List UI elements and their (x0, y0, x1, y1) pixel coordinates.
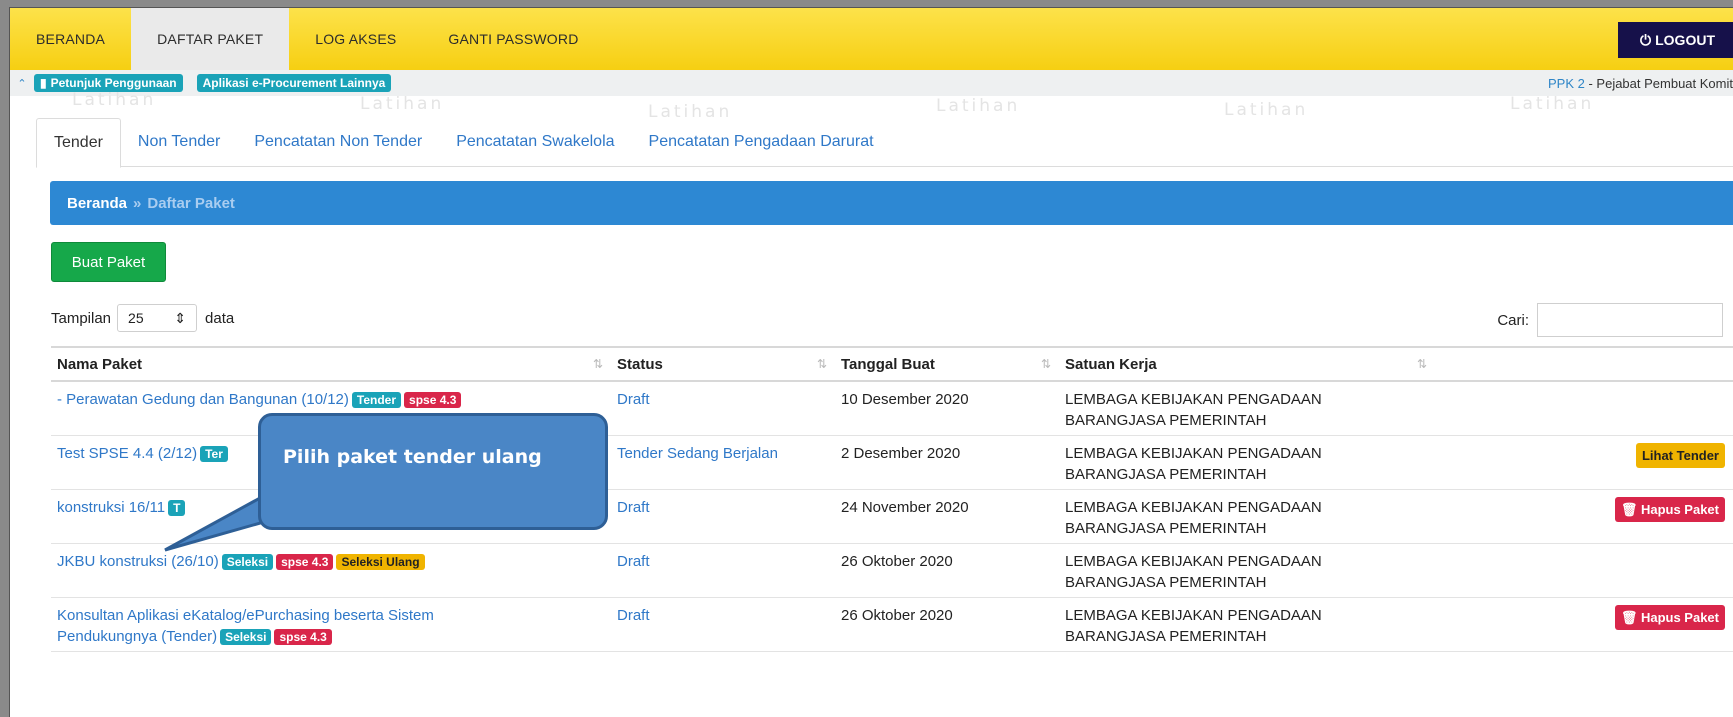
info-bar: ⌃ ▮ Petunjuk Penggunaan Aplikasi e-Procu… (10, 70, 1733, 96)
paket-link[interactable]: - Perawatan Gedung dan Bangunan (10/12) (57, 391, 349, 408)
tag-tender: Ter (200, 446, 228, 462)
satker-line: BARANGJASA PEMERINTAH (1065, 412, 1267, 429)
length-prefix: Tampilan (51, 309, 112, 327)
paket-link[interactable]: Test SPSE 4.4 (2/12) (57, 445, 197, 462)
search-input[interactable] (1537, 303, 1723, 337)
page-length-control: Tampilan 25 ⇕ data (51, 304, 234, 332)
nav-log-akses[interactable]: LOG AKSES (289, 8, 422, 70)
nav-daftar-paket[interactable]: DAFTAR PAKET (131, 8, 290, 70)
table-header-row: Nama Paket ⇅ Status ⇅ Tanggal Buat ⇅ Satuan… (51, 346, 1733, 382)
paket-link[interactable]: Konsultan Aplikasi eKatalog/ePurchasing … (57, 607, 434, 624)
nav-beranda[interactable]: BERANDA (10, 8, 131, 70)
user-info: PPK 2 - Pejabat Pembuat Komit (1548, 76, 1733, 91)
tanggal-cell: 26 Oktober 2020 (835, 543, 1059, 598)
satker-line: BARANGJASA PEMERINTAH (1065, 574, 1267, 591)
tab-pencatatan-non-tender[interactable]: Pencatatan Non Tender (237, 118, 439, 166)
top-navbar: BERANDA DAFTAR PAKET LOG AKSES GANTI PAS… (10, 8, 1733, 70)
watermark: Latihan (72, 90, 157, 110)
user-role[interactable]: PPK 2 (1548, 76, 1585, 91)
sort-icon: ⇅ (1416, 357, 1427, 371)
tab-non-tender[interactable]: Non Tender (121, 118, 237, 166)
tag-spse: spse 4.3 (274, 629, 332, 645)
length-suffix: data (205, 309, 235, 327)
breadcrumb-separator: » (133, 194, 142, 212)
watermark: Latihan (936, 96, 1021, 116)
satker-line: BARANGJASA PEMERINTAH (1065, 520, 1267, 537)
tanggal-cell: 24 November 2020 (835, 489, 1059, 544)
tab-pencatatan-darurat[interactable]: Pencatatan Pengadaan Darurat (632, 118, 891, 166)
satker-line: LEMBAGA KEBIJAKAN PENGADAAN (1065, 445, 1322, 462)
nav-ganti-password[interactable]: GANTI PASSWORD (422, 8, 604, 70)
sort-icon: ⇅ (1040, 357, 1051, 371)
hapus-label: Hapus Paket (1640, 502, 1719, 517)
page-length-select[interactable]: 25 ⇕ (117, 304, 198, 332)
tag-seleksi: Seleksi (220, 629, 272, 645)
buat-paket-button[interactable]: Buat Paket (51, 242, 166, 282)
hapus-paket-button[interactable]: 🗑 Hapus Paket (1614, 497, 1725, 522)
satker-line: BARANGJASA PEMERINTAH (1065, 628, 1267, 645)
updown-icon: ⇕ (174, 309, 187, 326)
tanggal-cell: 26 Oktober 2020 (835, 597, 1059, 652)
status-link[interactable]: Draft (617, 607, 650, 624)
tab-pencatatan-swakelola[interactable]: Pencatatan Swakelola (439, 118, 631, 166)
status-link[interactable]: Tender Sedang Berjalan (617, 445, 778, 462)
tag-spse: spse 4.3 (404, 392, 462, 408)
status-link[interactable]: Draft (617, 553, 650, 570)
header-label: Nama Paket (57, 355, 143, 373)
header-status[interactable]: Status ⇅ (611, 346, 835, 382)
satker-line: LEMBAGA KEBIJAKAN PENGADAAN (1065, 391, 1322, 408)
book-icon: ▮ (40, 76, 47, 90)
status-link[interactable]: Draft (617, 391, 650, 408)
breadcrumb-home[interactable]: Beranda (67, 195, 127, 212)
user-title: - Pejabat Pembuat Komit (1584, 75, 1733, 91)
sort-icon: ⇅ (592, 357, 603, 371)
collapse-icon[interactable]: ⌃ (10, 77, 34, 90)
table-row: Konsultan Aplikasi eKatalog/ePurchasing … (51, 597, 1733, 652)
header-action (1435, 346, 1733, 382)
app-window: BERANDA DAFTAR PAKET LOG AKSES GANTI PAS… (10, 8, 1733, 717)
tag-tender: Tender (351, 392, 402, 408)
header-nama-paket[interactable]: Nama Paket ⇅ (51, 346, 611, 382)
paket-link-cont[interactable]: Pendukungnya (Tender) (57, 628, 217, 645)
logout-button[interactable]: ⏻ LOGOUT (1618, 22, 1733, 58)
page-length-value: 25 (128, 310, 144, 326)
aplikasi-link[interactable]: Aplikasi e-Procurement Lainnya (196, 74, 392, 92)
satker-line: LEMBAGA KEBIJAKAN PENGADAAN (1065, 499, 1322, 516)
trash-icon: 🗑 (1620, 502, 1641, 517)
tanggal-cell: 2 Desember 2020 (835, 435, 1059, 490)
hapus-paket-button[interactable]: 🗑 Hapus Paket (1614, 605, 1725, 630)
satker-line: BARANGJASA PEMERINTAH (1065, 466, 1267, 483)
callout-annotation: Pilih paket tender ulang (258, 413, 608, 530)
breadcrumb-current: Daftar Paket (147, 194, 235, 212)
header-satuan-kerja[interactable]: Satuan Kerja ⇅ (1059, 346, 1435, 382)
tanggal-cell: 10 Desember 2020 (835, 381, 1059, 436)
sort-icon: ⇅ (816, 357, 827, 371)
header-tanggal-buat[interactable]: Tanggal Buat ⇅ (835, 346, 1059, 382)
breadcrumb: Beranda » Daftar Paket (50, 181, 1733, 225)
tab-tender[interactable]: Tender (36, 118, 121, 168)
watermark: Latihan (360, 94, 445, 114)
header-label: Tanggal Buat (841, 355, 935, 373)
status-link[interactable]: Draft (617, 499, 650, 516)
petunjuk-label: Petunjuk Penggunaan (50, 76, 177, 90)
hapus-label: Hapus Paket (1640, 610, 1719, 625)
search-control: Cari: (1497, 303, 1723, 337)
satker-line: LEMBAGA KEBIJAKAN PENGADAAN (1065, 607, 1322, 624)
header-label: Satuan Kerja (1065, 355, 1157, 373)
header-label: Status (617, 355, 663, 373)
power-icon: ⏻ (1640, 31, 1652, 48)
search-label: Cari: (1497, 311, 1529, 329)
watermark: Latihan (1224, 100, 1309, 120)
tag-seleksi-ulang: Seleksi Ulang (336, 554, 425, 570)
watermark: Latihan (1510, 94, 1595, 114)
table-row: JKBU konstruksi (26/10) Seleksi spse 4.3 Se… (51, 543, 1733, 598)
lihat-tender-button[interactable]: Lihat Tender (1635, 443, 1725, 468)
logout-label: LOGOUT (1655, 32, 1715, 48)
paket-link[interactable]: konstruksi 16/11 (57, 499, 165, 516)
trash-icon: 🗑 (1620, 610, 1641, 625)
tab-bar: Tender Non Tender Pencatatan Non Tender … (36, 118, 1733, 168)
satker-line: LEMBAGA KEBIJAKAN PENGADAAN (1065, 553, 1322, 570)
